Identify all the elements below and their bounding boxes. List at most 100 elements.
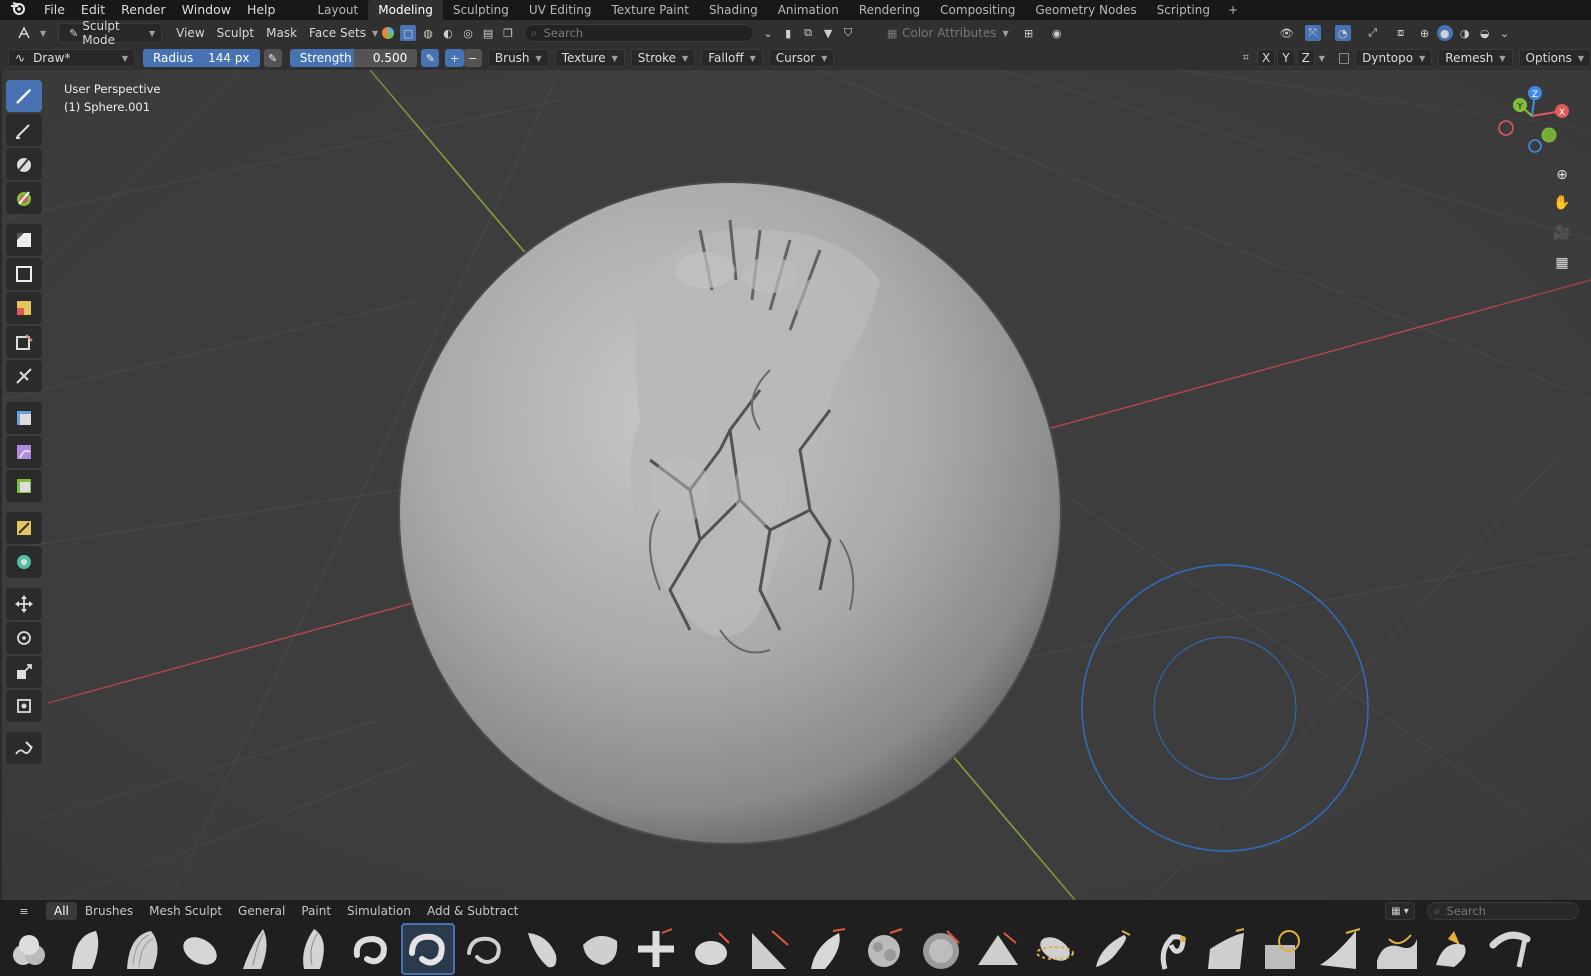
tab-animation[interactable]: Animation: [768, 0, 849, 20]
falloff-dropdown[interactable]: Falloff ▼: [701, 49, 763, 67]
xray-toggle-icon[interactable]: ⧈: [1393, 25, 1409, 41]
symmetry-icon[interactable]: ⌗: [1238, 50, 1253, 66]
brush-slide-relax[interactable]: [1256, 923, 1310, 975]
3d-viewport[interactable]: Z X Y User Perspective (1) Sphere.001 ⊕ …: [0, 70, 1591, 900]
chevron-down-icon[interactable]: ⌄: [1497, 25, 1513, 41]
visibility-icon[interactable]: 👁: [1279, 25, 1295, 41]
brush-clay-thumb[interactable]: [173, 923, 227, 975]
mesh-filter-tool-button[interactable]: [6, 402, 42, 434]
sphere-half-icon[interactable]: ◐: [440, 25, 456, 41]
sphere-icon[interactable]: ◍: [420, 25, 436, 41]
menu-render[interactable]: Render: [113, 0, 174, 20]
axis-z-toggle[interactable]: Z: [1296, 49, 1315, 67]
options-dropdown[interactable]: Options ▼: [1518, 49, 1591, 67]
rotate-tool-button[interactable]: [6, 622, 42, 654]
mode-dropdown[interactable]: ✎ Sculpt Mode ▼: [58, 19, 163, 47]
menu-view[interactable]: View: [170, 23, 210, 43]
pressure-radius-icon[interactable]: ✎: [263, 49, 282, 67]
radius-slider[interactable]: Radius 144 px: [142, 49, 260, 67]
camera-view-icon[interactable]: 🎥: [1549, 220, 1575, 246]
remesh-dropdown[interactable]: Remesh ▼: [1438, 49, 1513, 67]
draw-sharp-tool-button[interactable]: [6, 114, 42, 146]
stroke-dropdown[interactable]: Stroke ▼: [630, 49, 696, 67]
brush-layer[interactable]: [743, 923, 797, 975]
xray-icon[interactable]: ⤢: [1365, 25, 1381, 41]
wireframe-shading-icon[interactable]: ⊕: [1417, 25, 1433, 41]
pressure-strength-icon[interactable]: ✎: [421, 49, 440, 67]
menu-edit[interactable]: Edit: [73, 0, 113, 20]
strength-slider[interactable]: Strength 0.500: [289, 49, 418, 67]
tab-compositing[interactable]: Compositing: [930, 0, 1025, 20]
tab-geometry-nodes[interactable]: Geometry Nodes: [1025, 0, 1146, 20]
category-all[interactable]: All: [46, 902, 77, 920]
axis-y-toggle[interactable]: Y: [1277, 49, 1295, 67]
category-mesh-sculpt[interactable]: Mesh Sculpt: [141, 902, 230, 920]
chevron-down-icon[interactable]: ▼: [372, 29, 378, 38]
dyntopo-checkbox[interactable]: [1338, 52, 1350, 64]
brush-nudge[interactable]: [971, 923, 1025, 975]
shield-icon[interactable]: ⛉: [840, 25, 856, 41]
brush-crease[interactable]: [230, 923, 284, 975]
solid-shading-icon[interactable]: ●: [1436, 25, 1453, 41]
filter-icon[interactable]: ▼: [820, 25, 836, 41]
chevron-down-icon[interactable]: ⌄: [760, 25, 776, 41]
cursor-dropdown[interactable]: Cursor ▼: [768, 49, 835, 67]
cloth-filter-tool-button[interactable]: [6, 436, 42, 468]
tab-texture-paint[interactable]: Texture Paint: [602, 0, 699, 20]
brush-mask[interactable]: [800, 923, 854, 975]
stack-icon[interactable]: ▤: [480, 25, 496, 41]
tab-shading[interactable]: Shading: [699, 0, 768, 20]
color-attribute-icon[interactable]: [380, 25, 396, 41]
brush-blob[interactable]: [2, 923, 56, 975]
brush-snake-hook[interactable]: [1370, 923, 1424, 975]
category-brushes[interactable]: Brushes: [77, 902, 141, 920]
color-filter-tool-button[interactable]: [6, 470, 42, 502]
scale-tool-button[interactable]: [6, 656, 42, 688]
tab-scripting[interactable]: Scripting: [1147, 0, 1220, 20]
line-project-tool-button[interactable]: [6, 360, 42, 392]
asset-search-input[interactable]: ⌕ Search: [1427, 902, 1579, 920]
brush-fill[interactable]: [572, 923, 626, 975]
rendered-shading-icon[interactable]: ◒: [1477, 25, 1493, 41]
direction-subtract-button[interactable]: −: [463, 49, 482, 67]
category-paint[interactable]: Paint: [293, 902, 339, 920]
gizmo-toggle-icon[interactable]: ⤧: [1304, 25, 1321, 41]
box-trim-tool-button[interactable]: [6, 326, 42, 358]
menu-file[interactable]: File: [36, 0, 73, 20]
category-general[interactable]: General: [230, 902, 293, 920]
dyntopo-dropdown[interactable]: Dyntopo ▼: [1355, 49, 1433, 67]
menu-sculpt[interactable]: Sculpt: [211, 23, 260, 43]
tab-modeling[interactable]: Modeling: [368, 0, 443, 20]
transform-tool-button[interactable]: [6, 690, 42, 722]
category-add-subtract[interactable]: Add & Subtract: [419, 902, 526, 920]
brush-dropdown[interactable]: Brush ▼: [487, 49, 549, 67]
axis-x-toggle[interactable]: X: [1256, 49, 1276, 67]
tab-uv-editing[interactable]: UV Editing: [519, 0, 602, 20]
brush-draw-sharp[interactable]: [458, 923, 512, 975]
mask-by-color-tool-button[interactable]: [6, 546, 42, 578]
category-simulation[interactable]: Simulation: [339, 902, 419, 920]
direction-add-button[interactable]: +: [445, 49, 464, 67]
blender-logo-icon[interactable]: [0, 1, 36, 19]
brush-selector[interactable]: ∿ Draw* ▼: [8, 49, 135, 67]
brush-crease-sharp[interactable]: [287, 923, 341, 975]
layers-icon[interactable]: ⧉: [800, 25, 816, 41]
menu-face-sets[interactable]: Face Sets: [303, 23, 372, 43]
draw-tool-button[interactable]: [6, 80, 42, 112]
annotate-tool-button[interactable]: [6, 732, 42, 764]
brush-scrape[interactable]: [1199, 923, 1253, 975]
tab-rendering[interactable]: Rendering: [849, 0, 930, 20]
box-mask-tool-button[interactable]: [6, 258, 42, 290]
globe-icon[interactable]: ◎: [460, 25, 476, 41]
brush-multires-smear[interactable]: [914, 923, 968, 975]
zoom-icon[interactable]: ⊕: [1549, 162, 1575, 188]
brush-inflate[interactable]: [686, 923, 740, 975]
brush-clay[interactable]: [59, 923, 113, 975]
brush-draw-active[interactable]: [401, 923, 455, 975]
paint-tool-button[interactable]: [6, 182, 42, 214]
face-set-tool-button[interactable]: [6, 292, 42, 324]
brush-elastic-deform[interactable]: [515, 923, 569, 975]
material-shading-icon[interactable]: ◑: [1457, 25, 1473, 41]
duplicate-icon[interactable]: ❐: [500, 25, 516, 41]
brush-draw[interactable]: [344, 923, 398, 975]
